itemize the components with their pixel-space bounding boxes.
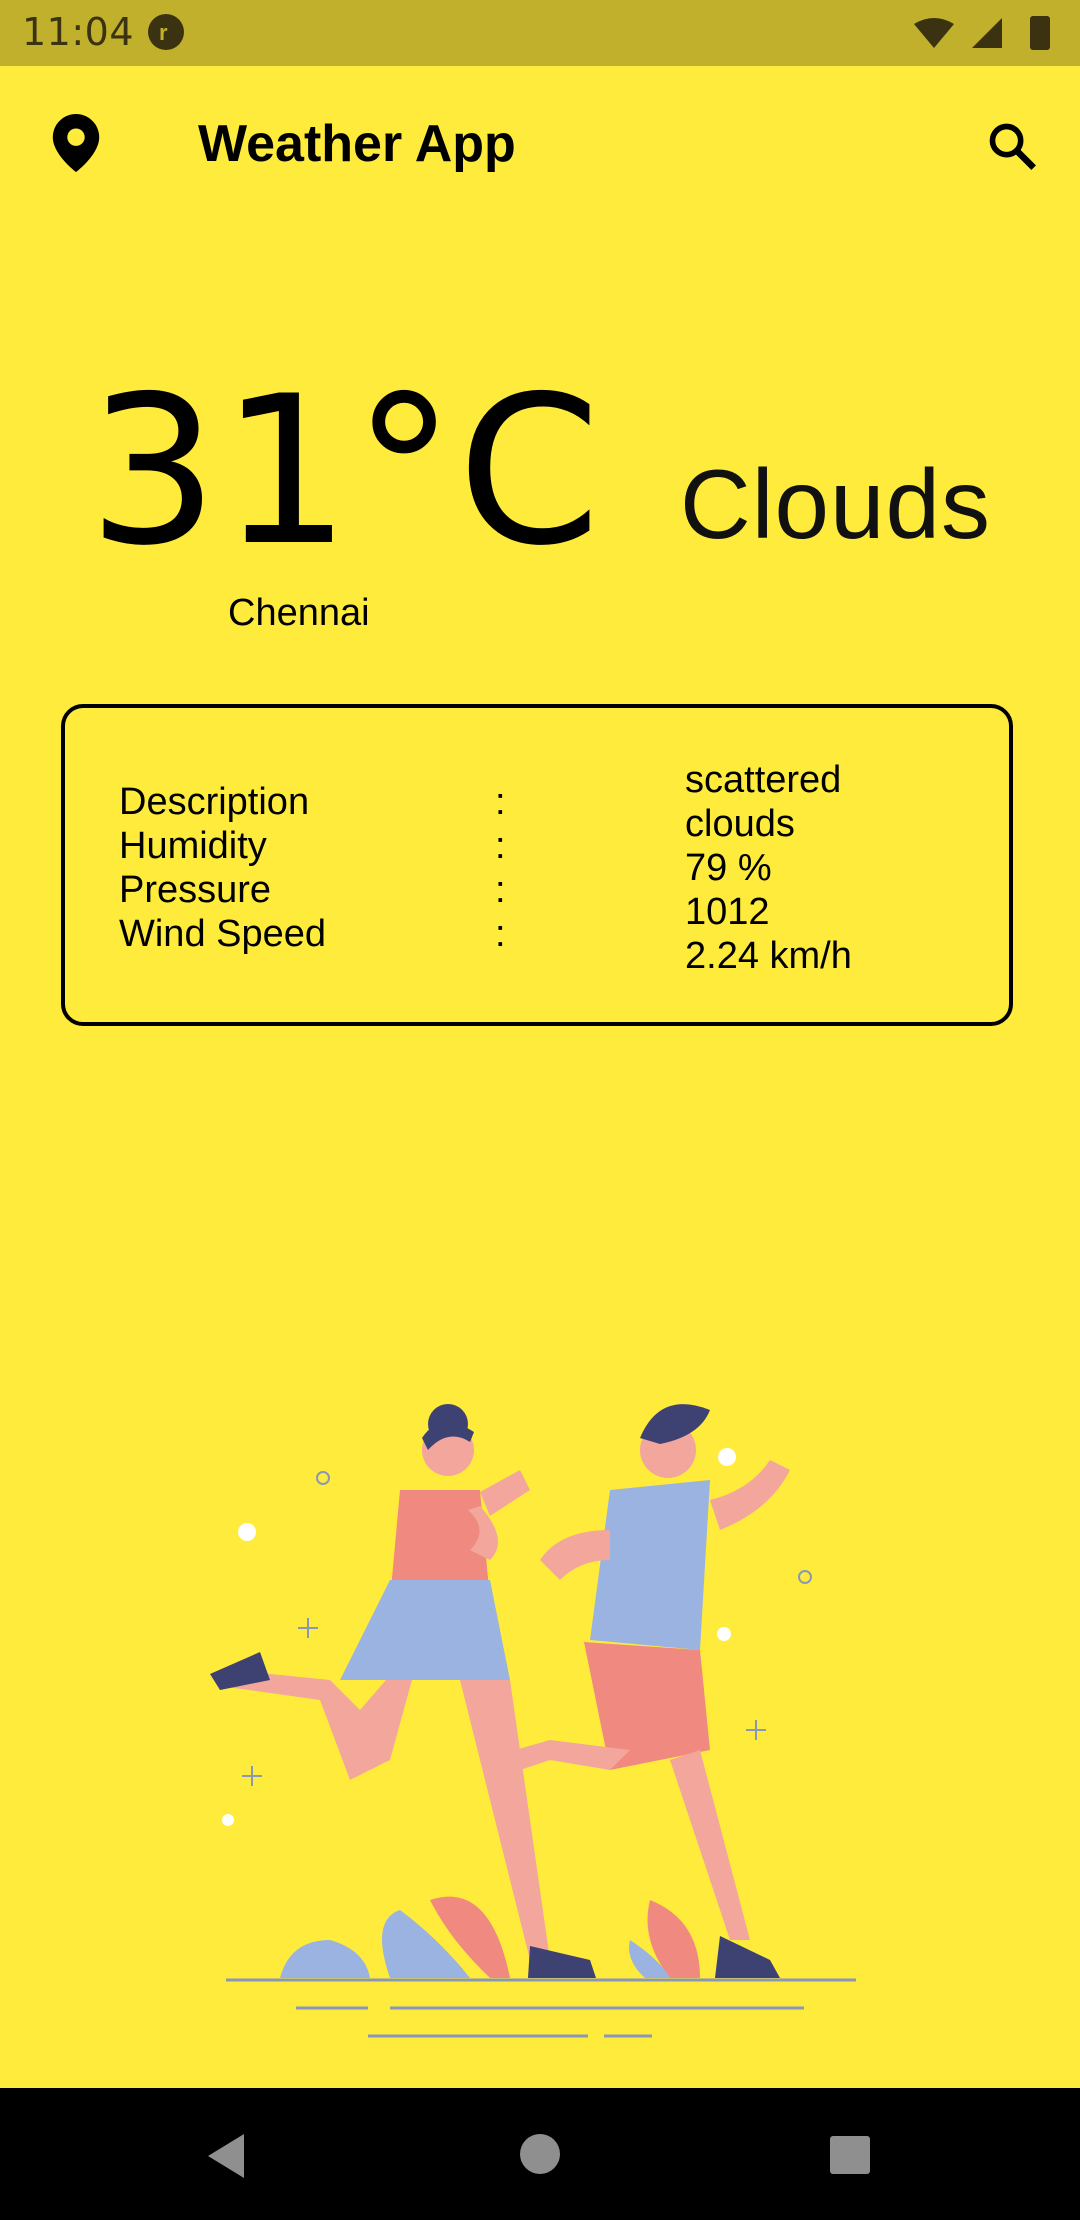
location-pin-icon[interactable] xyxy=(52,114,100,177)
label-humidity: Humidity xyxy=(119,825,267,867)
temperature: 31°C xyxy=(88,353,603,591)
label-description: Description xyxy=(119,781,310,823)
recents-square-icon[interactable] xyxy=(828,2134,872,2181)
value-description: scattered clouds xyxy=(685,759,842,845)
separator: : xyxy=(495,869,506,911)
city-name: Chennai xyxy=(228,592,370,634)
value-pressure: 1012 xyxy=(685,891,770,933)
details-labels: Description Humidity Pressure Wind Speed xyxy=(119,780,326,956)
separator: : xyxy=(495,781,506,823)
app-bar: Weather App xyxy=(0,66,1080,224)
search-icon[interactable] xyxy=(986,120,1038,177)
label-wind-speed: Wind Speed xyxy=(119,913,327,955)
wifi-signal-battery-icon xyxy=(914,16,1050,50)
app-title: Weather App xyxy=(198,115,516,173)
value-wind-speed: 2.24 km/h xyxy=(685,935,852,977)
details-separators: : : : : xyxy=(495,780,506,956)
home-circle-icon[interactable] xyxy=(518,2132,562,2181)
svg-text:r: r xyxy=(159,20,168,45)
separator: : xyxy=(495,913,506,955)
status-time: 11:04 xyxy=(22,10,135,54)
status-icons xyxy=(912,14,1062,59)
navigation-bar xyxy=(0,2088,1080,2220)
back-triangle-icon[interactable] xyxy=(204,2132,248,2185)
app-notification-icon: r xyxy=(146,12,186,57)
status-bar: 11:04 r xyxy=(0,0,1080,66)
details-values: scattered clouds 79 % 1012 2.24 km/h xyxy=(685,758,985,978)
weather-details-card: Description Humidity Pressure Wind Speed… xyxy=(61,704,1013,1026)
value-humidity: 79 % xyxy=(685,847,772,889)
label-pressure: Pressure xyxy=(119,869,272,911)
weather-condition: Clouds xyxy=(680,449,992,559)
running-people-illustration xyxy=(190,1380,890,2045)
separator: : xyxy=(495,825,506,867)
